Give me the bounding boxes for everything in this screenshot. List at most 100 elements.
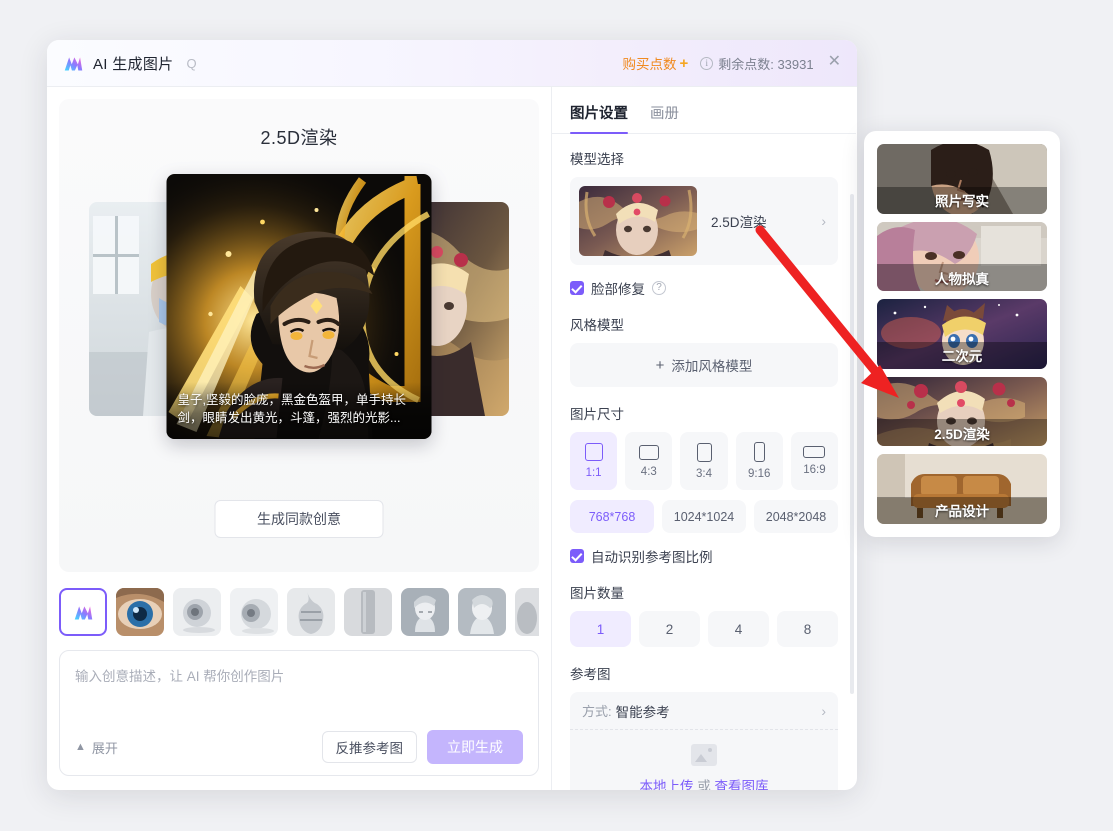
- preview-title: 2.5D渲染: [260, 128, 338, 148]
- preview-pane: 2.5D渲染 皇子,坚毅的脸庞，黑金色盔甲，单手持长剑，眼睛发出黄光，斗篷，强烈…: [47, 87, 552, 790]
- model-select-card[interactable]: 2.5D渲染 ›: [570, 177, 838, 265]
- header-brand: AI 生成图片 Q: [47, 53, 197, 74]
- ratio-9-16[interactable]: 9:16: [735, 432, 783, 490]
- face-fix-checkbox[interactable]: [570, 281, 584, 295]
- modal-body: 2.5D渲染 皇子,坚毅的脸庞，黑金色盔甲，单手持长剑，眼睛发出黄光，斗篷，强烈…: [47, 87, 857, 790]
- image-carousel: 皇子,坚毅的脸庞，黑金色盔甲，单手持长剑，眼睛发出黄光，斗篷，强烈的光影...: [59, 174, 539, 444]
- chevron-right-icon: ›: [821, 702, 826, 719]
- model-name: 2.5D渲染: [711, 215, 767, 230]
- resolution-768[interactable]: 768*768: [570, 500, 654, 533]
- settings-content: 模型选择 2.5D渲染 › 脸部修复 ? 风格模型 + 添加风格模型 图片尺寸 …: [552, 134, 856, 790]
- reference-dropzone[interactable]: 本地上传 或 查看图库: [570, 730, 838, 790]
- image-placeholder-icon: [691, 744, 717, 766]
- local-upload-link[interactable]: 本地上传: [639, 779, 693, 790]
- count-1[interactable]: 1: [570, 611, 631, 647]
- aspect-ratio-group: 1:1 4:3 3:4 9:16 16:9: [570, 432, 839, 490]
- close-icon[interactable]: ✕: [826, 52, 843, 74]
- auto-ratio-row: 自动识别参考图比例: [570, 546, 838, 566]
- count-section-label: 图片数量: [570, 586, 624, 601]
- model-option-label: 二次元: [877, 341, 1047, 369]
- thumbnail-partial[interactable]: [515, 588, 539, 636]
- tab-image-settings[interactable]: 图片设置: [570, 102, 628, 134]
- prompt-actions: 反推参考图 立即生成: [321, 730, 523, 764]
- ratio-label: 9:16: [748, 468, 771, 480]
- resolution-2048[interactable]: 2048*2048: [754, 500, 838, 533]
- settings-scrollbar[interactable]: [850, 194, 854, 694]
- reverse-reference-button[interactable]: 反推参考图: [321, 731, 417, 763]
- model-option-25d-render[interactable]: 2.5D渲染: [877, 376, 1047, 447]
- reference-section-label: 参考图: [570, 667, 611, 682]
- tall-portrait-icon: [753, 442, 765, 462]
- ratio-16-9[interactable]: 16:9: [790, 432, 839, 490]
- add-style-label: 添加风格模型: [671, 359, 753, 374]
- buy-points-label: 购买点数: [622, 57, 677, 72]
- carousel-slide-main[interactable]: 皇子,坚毅的脸庞，黑金色盔甲，单手持长剑，眼睛发出黄光，斗篷，强烈的光影...: [166, 174, 432, 439]
- remaining-points: i 剩余点数: 33931: [700, 54, 814, 73]
- portrait-icon: [696, 442, 712, 462]
- thumbnail-strip[interactable]: [59, 572, 539, 650]
- prompt-toolbar: ▲ 展开 反推参考图 立即生成: [75, 730, 523, 764]
- thumbnail-bust-a[interactable]: [401, 588, 449, 636]
- face-fix-label: 脸部修复: [591, 282, 645, 297]
- wide-landscape-icon: [803, 446, 826, 458]
- prompt-box[interactable]: 输入创意描述，让 AI 帮你创作图片 ▲ 展开 反推参考图 立即生成: [59, 650, 539, 776]
- image-caption: 皇子,坚毅的脸庞，黑金色盔甲，单手持长剑，眼睛发出黄光，斗篷，强烈的光影...: [166, 381, 432, 439]
- thumbnail-ai-logo[interactable]: [59, 588, 107, 636]
- generate-same-style-button[interactable]: 生成同款创意: [214, 500, 384, 538]
- auto-ratio-label: 自动识别参考图比例: [591, 550, 713, 565]
- size-section-label: 图片尺寸: [570, 407, 624, 422]
- model-option-photoreal[interactable]: 照片写实: [877, 144, 1047, 214]
- help-icon[interactable]: ?: [652, 281, 666, 295]
- model-thumbnail: [579, 186, 697, 256]
- view-gallery-link[interactable]: 查看图库: [715, 779, 769, 790]
- thumbnail-sphere-a[interactable]: [173, 588, 221, 636]
- model-option-anime[interactable]: 二次元: [877, 299, 1047, 369]
- auto-ratio-checkbox[interactable]: [570, 549, 584, 563]
- ratio-1-1[interactable]: 1:1: [570, 432, 618, 490]
- image-count-group: 1 2 4 8: [570, 611, 838, 647]
- buy-points-button[interactable]: 购买点数 +: [622, 53, 688, 73]
- generate-button[interactable]: 立即生成: [427, 730, 523, 764]
- expand-label: 展开: [91, 740, 118, 756]
- modal-header: AI 生成图片 Q 购买点数 + i 剩余点数: 33931 ✕: [47, 40, 857, 87]
- reference-image-box: 方式: 智能参考 › 本地上传 或 查看图库: [570, 692, 838, 790]
- expand-toggle[interactable]: ▲ 展开: [75, 738, 118, 757]
- count-8[interactable]: 8: [777, 611, 838, 647]
- thumbnail-sphere-b[interactable]: [230, 588, 278, 636]
- count-2[interactable]: 2: [639, 611, 700, 647]
- or-text: 或: [697, 779, 711, 790]
- remaining-points-label: 剩余点数: 33931: [718, 56, 814, 72]
- count-4[interactable]: 4: [708, 611, 769, 647]
- screen: AI 生成图片 Q 购买点数 + i 剩余点数: 33931 ✕ 2.5D渲染: [0, 0, 1113, 831]
- ratio-4-3[interactable]: 4:3: [625, 432, 673, 490]
- info-icon[interactable]: i: [700, 56, 714, 70]
- thumbnail-eye[interactable]: [116, 588, 164, 636]
- reference-mode-row[interactable]: 方式: 智能参考 ›: [570, 692, 838, 730]
- settings-pane: 图片设置 画册 模型选择 2.5D渲染 › 脸部修复 ? 风格模型 + 添加风格…: [552, 87, 856, 790]
- reference-mode-value: 智能参考: [615, 704, 670, 720]
- add-style-model-button[interactable]: + 添加风格模型: [570, 343, 838, 387]
- settings-tabs: 图片设置 画册: [552, 87, 856, 134]
- square-icon: [584, 443, 603, 461]
- ai-image-generation-modal: AI 生成图片 Q 购买点数 + i 剩余点数: 33931 ✕ 2.5D渲染: [47, 40, 857, 790]
- reference-mode-key: 方式:: [582, 704, 612, 719]
- thumbnail-pillar[interactable]: [344, 588, 392, 636]
- thumbnail-vase[interactable]: [287, 588, 335, 636]
- face-fix-row: 脸部修复 ?: [570, 278, 838, 298]
- thumbnail-bust-b[interactable]: [458, 588, 506, 636]
- header-actions: 购买点数 + i 剩余点数: 33931 ✕: [622, 52, 857, 74]
- resolution-group: 768*768 1024*1024 2048*2048: [570, 500, 838, 533]
- plus-icon: +: [655, 356, 665, 374]
- tab-album[interactable]: 画册: [650, 102, 679, 133]
- search-icon[interactable]: Q: [186, 56, 196, 71]
- prompt-input[interactable]: 输入创意描述，让 AI 帮你创作图片: [75, 665, 523, 730]
- preview-area: 2.5D渲染 皇子,坚毅的脸庞，黑金色盔甲，单手持长剑，眼睛发出黄光，斗篷，强烈…: [59, 99, 539, 572]
- page-title: AI 生成图片: [93, 55, 174, 73]
- plus-icon: +: [679, 54, 689, 72]
- model-section-label: 模型选择: [570, 152, 624, 167]
- chevron-up-icon: ▲: [75, 741, 86, 753]
- model-option-product-design[interactable]: 产品设计: [877, 454, 1047, 524]
- ratio-3-4[interactable]: 3:4: [680, 432, 728, 490]
- model-option-portrait[interactable]: 人物拟真: [877, 221, 1047, 292]
- resolution-1024[interactable]: 1024*1024: [662, 500, 746, 533]
